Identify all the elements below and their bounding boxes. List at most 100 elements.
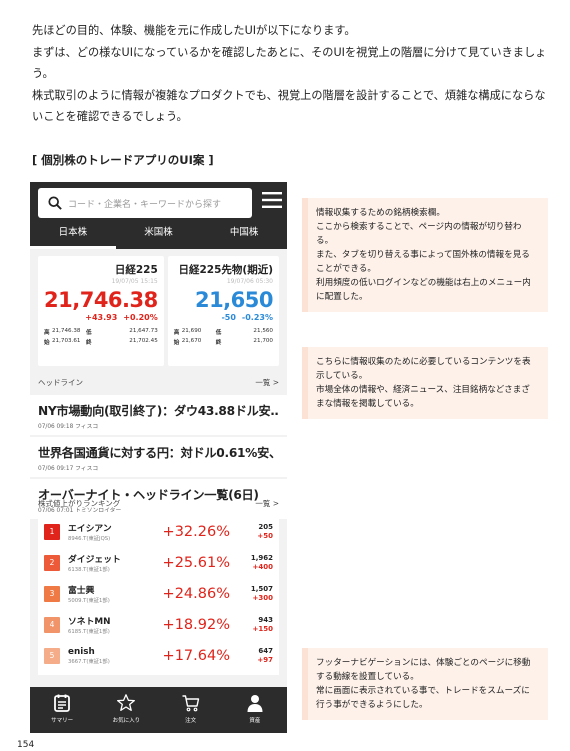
stat-value: 21,670 (181, 338, 202, 344)
stock-price: 647 (258, 647, 273, 655)
news-item[interactable]: 世界各国通貨に対する円：対ドル0.61%安、… 07/06 09:17 フィスコ (30, 437, 287, 477)
rank-number: 2 (44, 554, 60, 571)
search-placeholder: コード・企業名・キーワードから探す (68, 199, 222, 210)
stat-value: 21,647.73 (129, 328, 158, 334)
note-line: フッターナビゲーションには、体験ごとのページに移動する動線を設置している。 (316, 658, 531, 682)
news-meta: 07/06 09:18 フィスコ (38, 424, 99, 430)
cart-icon (182, 695, 199, 712)
stock-name: 富士興 (68, 586, 95, 596)
ranking-section-header: 株式値上がりランキング 一覧 > (30, 492, 287, 514)
market-tabs: 日本株 米国株 中国株 (30, 220, 287, 249)
index-cards: 日経225 19/07/05 15:15 21,746.38 +43.93 +0.… (38, 256, 279, 366)
stock-code: 6138.T(東証1部) (68, 567, 110, 573)
ranking-row[interactable]: 1 エイシアン 8946.T(東証JQS) +32.26% 205 +50 (44, 516, 273, 547)
stat-label: 始 (44, 340, 50, 346)
index-price: 21,746.38 (44, 288, 158, 312)
tab-japan[interactable]: 日本株 (30, 220, 116, 249)
search-input[interactable]: コード・企業名・キーワードから探す (38, 188, 252, 218)
stock-diff: +300 (252, 593, 273, 602)
note-search: 情報収集するための銘柄検索欄。 ここから検索することで、ページ内の情報が切り替わ… (302, 198, 548, 312)
ranking-more-link[interactable]: 一覧 > (255, 498, 279, 509)
index-change-value: +43.93 (85, 313, 118, 322)
stock-info: enish 3667.T(東証1部) (68, 647, 138, 665)
stock-price: 943 (258, 616, 273, 624)
index-stats: 高 21,690 低 21,560 始 21,670 終 21,700 (174, 328, 273, 346)
tab-us[interactable]: 米国株 (116, 220, 202, 249)
news-item[interactable]: NY市場動向(取引終了)：ダウ43.88ドル安… 07/06 09:18 フィス… (30, 395, 287, 435)
headline-more-link[interactable]: 一覧 > (255, 377, 279, 388)
index-date: 19/07/05 15:15 (111, 278, 158, 285)
rank-number: 5 (44, 647, 60, 664)
note-line: 市場全体の情報や、経済ニュース、注目銘柄などさまざまな情報を掲載している。 (316, 385, 530, 409)
stat-value: 21,700 (253, 338, 273, 344)
index-card-nikkei[interactable]: 日経225 19/07/05 15:15 21,746.38 +43.93 +0.… (38, 256, 164, 366)
note-line: 情報収集するための銘柄検索欄。 (316, 208, 445, 218)
headline-section-label: ヘッドライン (38, 377, 83, 387)
stat-label: 高 (44, 330, 50, 336)
ranking-list: 1 エイシアン 8946.T(東証JQS) +32.26% 205 +50 2 ダイ… (38, 512, 279, 675)
footer-order[interactable]: 注文 (159, 687, 223, 733)
footer-navigation: サマリー お気に入り 注文 資産 (30, 687, 287, 733)
ranking-row[interactable]: 2 ダイジェット 6138.T(東証1部) +25.61% 1,962 +400 (44, 547, 273, 578)
ranking-section-label: 株式値上がりランキング (38, 498, 121, 508)
index-date: 19/07/06 05:30 (226, 278, 273, 285)
stock-price-block: 1,962 +400 (230, 554, 273, 571)
stat-value: 21,746.38 (52, 328, 81, 334)
note-line: また、タブを切り替える事によって国外株の情報を見ることができる。 (316, 250, 530, 274)
footer-label: サマリー (51, 718, 74, 724)
footer-summary[interactable]: サマリー (30, 687, 94, 733)
note-footer: フッターナビゲーションには、体験ごとのページに移動する動線を設置している。 常に… (302, 648, 548, 720)
footer-assets[interactable]: 資産 (223, 687, 287, 733)
ranking-row[interactable]: 4 ソネトMN 6185.T(東証1部) +18.92% 943 +150 (44, 609, 273, 640)
news-title: 世界各国通貨に対する円：対ドル0.61%安、… (38, 446, 279, 460)
intro-text: 先ほどの目的、体験、機能を元に作成したUIが以下になります。 まずは、どの様なU… (32, 20, 547, 128)
hamburger-menu-icon[interactable] (262, 191, 282, 209)
stat-label: 終 (215, 340, 222, 346)
stock-info: エイシアン 8946.T(東証JQS) (68, 521, 138, 542)
stock-name: エイシアン (68, 524, 112, 534)
rank-number: 3 (44, 585, 60, 602)
stock-diff: +50 (257, 531, 273, 540)
stat-value: 21,702.45 (129, 338, 158, 344)
app-mockup: コード・企業名・キーワードから探す 日本株 米国株 中国株 日経225 19/0… (30, 182, 287, 733)
index-change-value: -50 (221, 313, 236, 322)
index-change: +43.93 +0.20% (44, 313, 158, 322)
ranking-row[interactable]: 5 enish 3667.T(東証1部) +17.64% 647 +97 (44, 640, 273, 671)
tab-china[interactable]: 中国株 (201, 220, 287, 249)
stock-change-pct: +32.26% (162, 523, 230, 540)
stat-label: 低 (215, 330, 222, 336)
note-line: ここから検索することで、ページ内の情報が切り替わる。 (316, 222, 522, 246)
headline-section-header: ヘッドライン 一覧 > (30, 371, 287, 393)
ranking-row[interactable]: 3 富士興 5009.T(東証1部) +24.86% 1,507 +300 (44, 578, 273, 609)
summary-icon (54, 694, 71, 712)
rank-number: 1 (44, 523, 60, 540)
index-change-pct: -0.23% (241, 313, 273, 322)
stock-price-block: 205 +50 (230, 523, 273, 540)
stock-price: 1,507 (250, 585, 273, 593)
stat-label: 低 (86, 330, 92, 336)
stock-change-pct: +25.61% (162, 554, 230, 571)
stock-name: enish (68, 646, 95, 657)
stock-info: ダイジェット 6138.T(東証1部) (68, 552, 138, 573)
stock-code: 6185.T(東証1部) (68, 629, 110, 635)
footer-label: お気に入り (112, 718, 141, 724)
index-change-pct: +0.20% (123, 313, 158, 322)
stock-price: 205 (258, 523, 273, 531)
stock-code: 8946.T(東証JQS) (68, 536, 111, 542)
index-change: -50 -0.23% (174, 313, 273, 322)
stock-change-pct: +17.64% (162, 647, 230, 664)
stock-name: ダイジェット (68, 555, 121, 565)
stock-price: 1,962 (250, 554, 273, 562)
stock-price-block: 647 +97 (230, 647, 273, 664)
footer-favorites[interactable]: お気に入り (94, 687, 158, 733)
user-icon (247, 695, 263, 712)
stock-diff: +150 (252, 624, 273, 633)
index-price: 21,650 (194, 288, 274, 312)
stock-diff: +400 (252, 562, 273, 571)
index-card-nikkei-futures[interactable]: 日経225先物(期近) 19/07/06 05:30 21,650 -50 -0.… (167, 256, 279, 366)
stock-code: 5009.T(東証1部) (68, 598, 110, 604)
stock-change-pct: +24.86% (162, 585, 230, 602)
note-line: 常に画面に表示されている事で、トレードをスムーズに行う事ができるようにした。 (316, 686, 530, 710)
stat-label: 終 (86, 340, 92, 346)
news-meta: 07/06 09:17 フィスコ (38, 466, 99, 472)
